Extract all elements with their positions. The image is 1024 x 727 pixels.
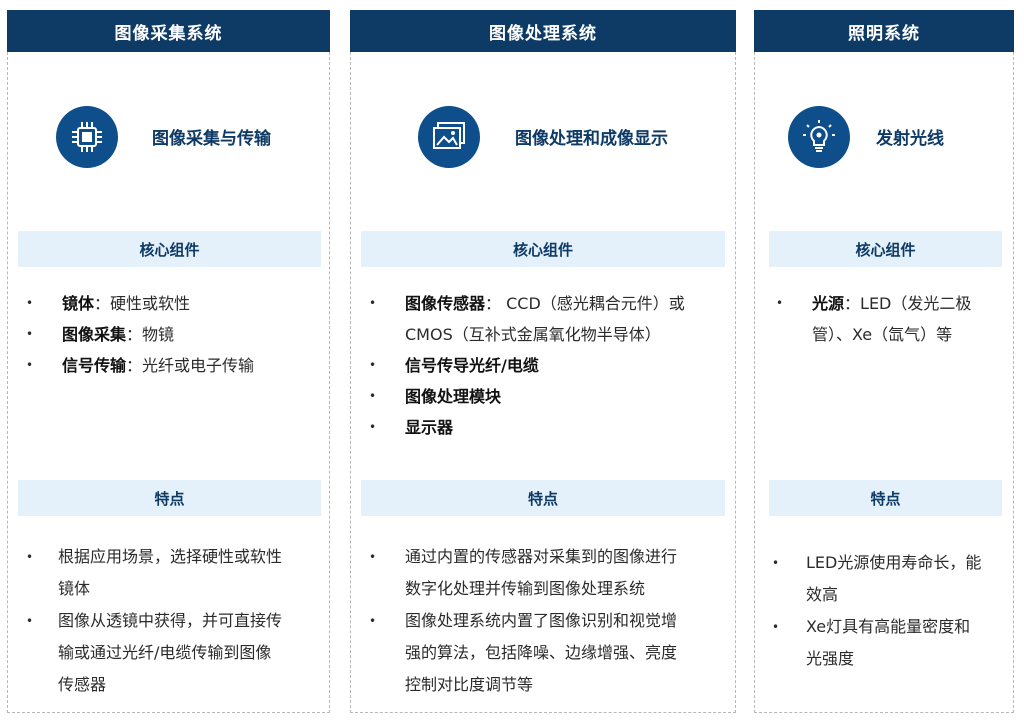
image-gallery-icon <box>418 106 480 168</box>
section-title: 图像采集与传输 <box>152 129 271 149</box>
list-item: • 图像采集：物镜 <box>26 325 175 344</box>
components-label: 核心组件 <box>361 231 725 267</box>
list-item: • 图像传感器： CCD（感光耦合元件）或 CMOS（互补式金属氧化物半导体） <box>369 294 685 344</box>
components-list: • 图像传感器： CCD（感光耦合元件）或 CMOS（互补式金属氧化物半导体） • 信… <box>369 288 730 443</box>
section-title: 发射光线 <box>876 129 944 149</box>
features-label: 特点 <box>18 480 321 516</box>
list-item: • 通过内置的传感器对采集到的图像进行 数字化处理并传输到图像处理系统 <box>369 547 678 598</box>
list-item: • LED光源使用寿命长，能 效高 <box>772 553 982 604</box>
section-title: 图像处理和成像显示 <box>515 129 668 149</box>
features-label: 特点 <box>361 480 725 516</box>
column-header: 照明系统 <box>754 10 1014 52</box>
features-list: • 通过内置的传感器对采集到的图像进行 数字化处理并传输到图像处理系统 • 图像处理系… <box>369 541 730 701</box>
list-item: • 图像处理模块 <box>369 387 502 406</box>
list-item: • 根据应用场景，选择硬性或软性 镜体 <box>26 547 283 598</box>
light-bulb-icon <box>788 106 850 168</box>
list-item: • 显示器 <box>369 418 454 437</box>
list-item: • Xe灯具有高能量密度和 光强度 <box>772 617 971 668</box>
column-header: 图像采集系统 <box>7 10 330 52</box>
list-item: • 镜体：硬性或软性 <box>26 294 191 313</box>
list-item: • 信号传输：光纤或电子传输 <box>26 356 255 375</box>
list-item: • 信号传导光纤/电缆 <box>369 356 539 375</box>
components-label: 核心组件 <box>769 231 1002 267</box>
column-header: 图像处理系统 <box>350 10 736 52</box>
features-list: • LED光源使用寿命长，能 效高 • Xe灯具有高能量密度和 光强度 <box>772 547 1008 675</box>
list-item: • 图像处理系统内置了图像识别和视觉增 强的算法，包括降噪、边缘增强、亮度 控制对比度… <box>369 611 678 694</box>
components-label: 核心组件 <box>18 231 321 267</box>
features-label: 特点 <box>769 480 1002 516</box>
components-list: • 镜体：硬性或软性 • 图像采集：物镜 • 信号传输：光纤或电子传输 <box>26 288 324 381</box>
list-item: • 光源：LED（发光二极 管）、Xe（氙气）等 <box>776 294 972 344</box>
features-list: • 根据应用场景，选择硬性或软性 镜体 • 图像从透镜中获得，并可直接传 输或通过光纤/… <box>26 541 324 701</box>
components-list: • 光源：LED（发光二极 管）、Xe（氙气）等 <box>776 288 1007 350</box>
list-item: • 图像从透镜中获得，并可直接传 输或通过光纤/电缆传输到图像 传感器 <box>26 611 283 694</box>
cpu-chip-icon <box>56 106 118 168</box>
